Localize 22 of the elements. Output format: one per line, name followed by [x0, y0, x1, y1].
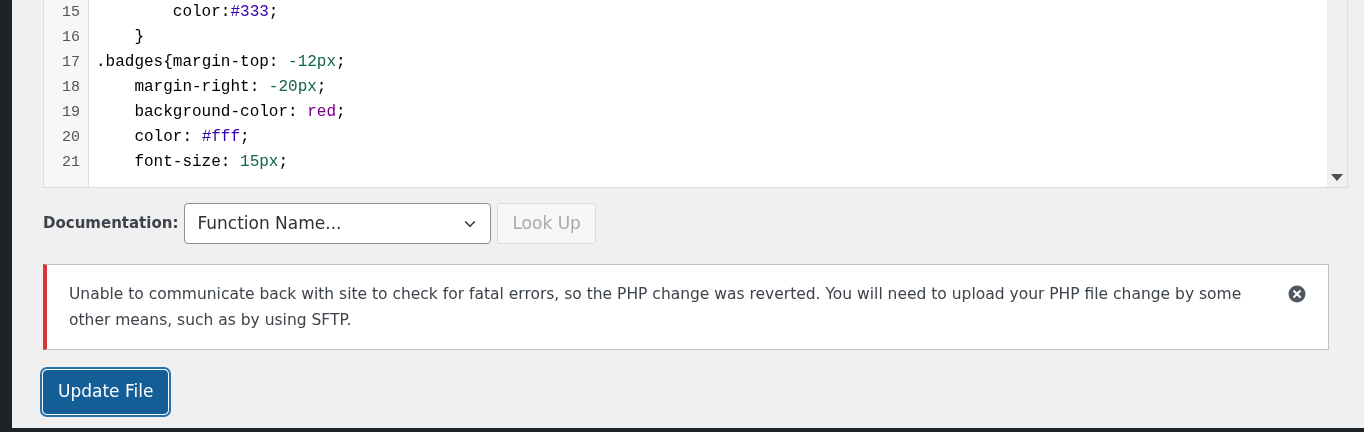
line-number: 16: [61, 28, 81, 48]
code-line: color: #fff;: [133, 128, 250, 146]
scroll-down-icon[interactable]: [1331, 174, 1343, 181]
documentation-label: Documentation:: [43, 213, 179, 235]
code-line: margin-right: -20px;: [133, 78, 327, 96]
code-line: background-color: red;: [133, 103, 346, 121]
code-line: color:#333;: [171, 3, 279, 21]
code-line: font-size: 15px;: [133, 153, 289, 171]
code-line: }: [133, 28, 144, 46]
line-number: 15: [61, 3, 81, 23]
line-number: 20: [61, 128, 81, 148]
dismiss-icon[interactable]: [1288, 285, 1306, 303]
scrollbar[interactable]: [1327, 0, 1347, 187]
code-editor[interactable]: 15 16 17 18 19 20 21 color:#333; } .badges{margin-top: -12px; margin-right: -20px; background-color: red; color: #fff; font-size: 15px;: [43, 0, 1348, 188]
line-number: 17: [61, 53, 81, 73]
line-number: 18: [61, 78, 81, 98]
line-number: 21: [61, 153, 81, 173]
notice-message: Unable to communicate back with site to check for fatal errors, so the PHP change was reverted. You will need to upload your PHP file change by some other means, such as by using SFTP.: [69, 284, 1243, 331]
code-line: .badges{margin-top: -12px;: [96, 53, 346, 71]
update-file-button[interactable]: Update File: [43, 370, 169, 414]
function-name-select[interactable]: Function Name...: [184, 203, 492, 244]
line-number: 19: [61, 103, 81, 123]
